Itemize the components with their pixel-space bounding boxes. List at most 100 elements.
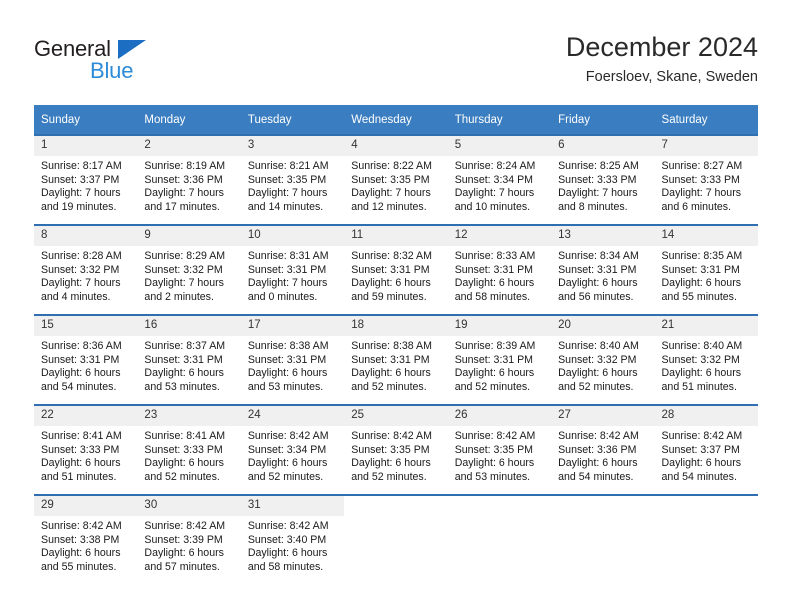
- daylight-text: and 53 minutes.: [454, 470, 531, 483]
- day-details: Sunrise: 8:22 AM Sunset: 3:35 PM Daylight:…: [344, 156, 447, 214]
- sunrise-text: Sunrise: 8:37 AM: [144, 340, 226, 352]
- calendar-day-cell[interactable]: 29 Sunrise: 8:42 AM Sunset: 3:38 PM Dayligh…: [34, 494, 138, 584]
- calendar-day-cell[interactable]: 13 Sunrise: 8:34 AM Sunset: 3:31 PM Dayligh…: [551, 224, 655, 315]
- calendar-week-row: 22 Sunrise: 8:41 AM Sunset: 3:33 PM Dayligh…: [34, 404, 758, 495]
- calendar-day-cell[interactable]: 30 Sunrise: 8:42 AM Sunset: 3:39 PM Dayligh…: [137, 494, 241, 584]
- day-number: 21: [654, 316, 758, 336]
- sunrise-text: Sunrise: 8:42 AM: [41, 520, 122, 532]
- sunrise-text: Sunrise: 8:42 AM: [351, 430, 432, 442]
- sunset-text: Sunset: 3:31 PM: [41, 353, 120, 366]
- calendar-day-cell[interactable]: 9 Sunrise: 8:29 AM Sunset: 3:32 PM Daylight…: [137, 224, 241, 315]
- logo-text-blue: Blue: [90, 58, 134, 83]
- page-subtitle: Foersloev, Skane, Sweden: [585, 69, 758, 85]
- daylight-text: and 55 minutes.: [41, 560, 117, 573]
- calendar-day-cell[interactable]: 15 Sunrise: 8:36 AM Sunset: 3:31 PM Dayligh…: [34, 314, 138, 405]
- day-number: 18: [344, 316, 448, 336]
- calendar-day-cell[interactable]: 16 Sunrise: 8:37 AM Sunset: 3:31 PM Dayligh…: [137, 314, 241, 405]
- day-details: Sunrise: 8:40 AM Sunset: 3:32 PM Daylight:…: [551, 336, 654, 394]
- sunrise-text: Sunrise: 8:41 AM: [144, 430, 226, 442]
- day-details: Sunrise: 8:41 AM Sunset: 3:33 PM Daylight:…: [34, 426, 137, 484]
- calendar-day-cell[interactable]: 2 Sunrise: 8:19 AM Sunset: 3:36 PM Daylight…: [137, 134, 241, 225]
- weekday-header-monday: Monday: [137, 105, 241, 135]
- calendar-day-cell[interactable]: 22 Sunrise: 8:41 AM Sunset: 3:33 PM Dayligh…: [34, 404, 138, 495]
- sunrise-text: Sunrise: 8:42 AM: [558, 430, 639, 442]
- daylight-text: Daylight: 6 hours: [247, 547, 328, 560]
- calendar-day-cell[interactable]: 28 Sunrise: 8:42 AM Sunset: 3:37 PM Dayligh…: [654, 404, 758, 495]
- sunset-text: Sunset: 3:40 PM: [247, 533, 327, 546]
- sunrise-text: Sunrise: 8:35 AM: [661, 250, 743, 262]
- weekday-header-sunday: Sunday: [34, 105, 138, 135]
- calendar-day-cell[interactable]: 18 Sunrise: 8:38 AM Sunset: 3:31 PM Dayligh…: [344, 314, 448, 405]
- sunset-text: Sunset: 3:31 PM: [351, 263, 430, 276]
- daylight-text: Daylight: 6 hours: [351, 277, 431, 290]
- calendar-day-cell[interactable]: 12 Sunrise: 8:33 AM Sunset: 3:31 PM Dayligh…: [447, 224, 552, 315]
- daylight-text: and 54 minutes.: [41, 380, 117, 393]
- day-details: Sunrise: 8:42 AM Sunset: 3:38 PM Daylight:…: [34, 516, 137, 574]
- calendar-day-cell[interactable]: 10 Sunrise: 8:31 AM Sunset: 3:31 PM Dayligh…: [240, 224, 345, 315]
- calendar-day-cell[interactable]: 17 Sunrise: 8:38 AM Sunset: 3:31 PM Dayligh…: [240, 314, 345, 405]
- day-details: Sunrise: 8:35 AM Sunset: 3:31 PM Daylight:…: [655, 246, 758, 304]
- day-number: 26: [447, 406, 552, 426]
- sunset-text: Sunset: 3:35 PM: [351, 443, 430, 456]
- daylight-text: and 56 minutes.: [558, 290, 634, 303]
- calendar-page: General Blue December 2024 Foersloev, Sk…: [0, 0, 792, 612]
- daylight-text: and 55 minutes.: [661, 290, 737, 303]
- calendar-day-cell[interactable]: 23 Sunrise: 8:41 AM Sunset: 3:33 PM Dayligh…: [137, 404, 241, 495]
- calendar-day-cell[interactable]: 21 Sunrise: 8:40 AM Sunset: 3:32 PM Dayligh…: [654, 314, 758, 405]
- sunset-text: Sunset: 3:31 PM: [454, 263, 534, 276]
- daylight-text: Daylight: 6 hours: [558, 277, 638, 290]
- day-number: 28: [654, 406, 758, 426]
- daylight-text: and 2 minutes.: [144, 290, 214, 303]
- calendar-day-cell[interactable]: 6 Sunrise: 8:25 AM Sunset: 3:33 PM Daylight…: [551, 134, 655, 225]
- calendar-day-cell[interactable]: 26 Sunrise: 8:42 AM Sunset: 3:35 PM Dayligh…: [447, 404, 552, 495]
- daylight-text: Daylight: 6 hours: [454, 457, 535, 470]
- day-details: [448, 516, 551, 520]
- calendar-day-cell[interactable]: 5 Sunrise: 8:24 AM Sunset: 3:34 PM Daylight…: [447, 134, 552, 225]
- sunset-text: Sunset: 3:31 PM: [661, 263, 740, 276]
- title-block: December 2024 Foersloev, Skane, Sweden: [566, 30, 758, 88]
- day-details: Sunrise: 8:42 AM Sunset: 3:34 PM Daylight:…: [241, 426, 344, 484]
- sunrise-text: Sunrise: 8:19 AM: [144, 160, 226, 172]
- calendar-day-cell[interactable]: 7 Sunrise: 8:27 AM Sunset: 3:33 PM Daylight…: [654, 134, 758, 225]
- day-number: 13: [551, 226, 655, 246]
- sunrise-text: Sunrise: 8:40 AM: [661, 340, 743, 352]
- general-blue-logo[interactable]: General Blue: [34, 36, 164, 86]
- day-number: [551, 496, 655, 516]
- day-number: 16: [137, 316, 241, 336]
- calendar-day-cell[interactable]: 11 Sunrise: 8:32 AM Sunset: 3:31 PM Dayligh…: [344, 224, 448, 315]
- day-details: Sunrise: 8:33 AM Sunset: 3:31 PM Daylight:…: [448, 246, 551, 304]
- calendar-day-cell[interactable]: 20 Sunrise: 8:40 AM Sunset: 3:32 PM Dayligh…: [551, 314, 655, 405]
- daylight-text: and 52 minutes.: [144, 470, 220, 483]
- day-details: Sunrise: 8:42 AM Sunset: 3:37 PM Daylight:…: [655, 426, 758, 484]
- weekday-header-row: Sunday Monday Tuesday Wednesday Thursday…: [34, 105, 758, 135]
- calendar-day-cell[interactable]: 27 Sunrise: 8:42 AM Sunset: 3:36 PM Dayligh…: [551, 404, 655, 495]
- calendar-day-cell[interactable]: 3 Sunrise: 8:21 AM Sunset: 3:35 PM Daylight…: [240, 134, 345, 225]
- day-details: Sunrise: 8:40 AM Sunset: 3:32 PM Daylight:…: [655, 336, 758, 394]
- calendar-day-cell[interactable]: 31 Sunrise: 8:42 AM Sunset: 3:40 PM Dayligh…: [240, 494, 345, 584]
- calendar-day-cell[interactable]: 8 Sunrise: 8:28 AM Sunset: 3:32 PM Daylight…: [34, 224, 138, 315]
- day-number: 8: [34, 226, 138, 246]
- day-number: 31: [240, 496, 345, 516]
- daylight-text: Daylight: 6 hours: [454, 277, 535, 290]
- calendar-day-cell[interactable]: 4 Sunrise: 8:22 AM Sunset: 3:35 PM Daylight…: [344, 134, 448, 225]
- day-number: 22: [34, 406, 138, 426]
- daylight-text: and 19 minutes.: [41, 200, 117, 213]
- sunset-text: Sunset: 3:32 PM: [558, 353, 637, 366]
- day-number: 23: [137, 406, 241, 426]
- calendar-week-row: 29 Sunrise: 8:42 AM Sunset: 3:38 PM Dayligh…: [34, 494, 758, 584]
- weekday-header-saturday: Saturday: [654, 105, 758, 135]
- day-number: 2: [137, 136, 241, 156]
- sunrise-text: Sunrise: 8:29 AM: [144, 250, 226, 262]
- daylight-text: Daylight: 7 hours: [144, 277, 224, 290]
- calendar-day-cell[interactable]: 24 Sunrise: 8:42 AM Sunset: 3:34 PM Dayligh…: [240, 404, 345, 495]
- calendar-day-cell[interactable]: 19 Sunrise: 8:39 AM Sunset: 3:31 PM Dayligh…: [447, 314, 552, 405]
- calendar-day-cell[interactable]: 14 Sunrise: 8:35 AM Sunset: 3:31 PM Dayligh…: [654, 224, 758, 315]
- calendar-day-cell[interactable]: 25 Sunrise: 8:42 AM Sunset: 3:35 PM Dayligh…: [344, 404, 448, 495]
- daylight-text: Daylight: 7 hours: [247, 187, 328, 200]
- day-details: Sunrise: 8:27 AM Sunset: 3:33 PM Daylight:…: [655, 156, 758, 214]
- daylight-text: Daylight: 7 hours: [454, 187, 535, 200]
- calendar-empty-cell: [654, 494, 758, 584]
- calendar-day-cell[interactable]: 1 Sunrise: 8:17 AM Sunset: 3:37 PM Daylight…: [34, 134, 138, 225]
- daylight-text: Daylight: 6 hours: [144, 547, 224, 560]
- daylight-text: and 57 minutes.: [144, 560, 220, 573]
